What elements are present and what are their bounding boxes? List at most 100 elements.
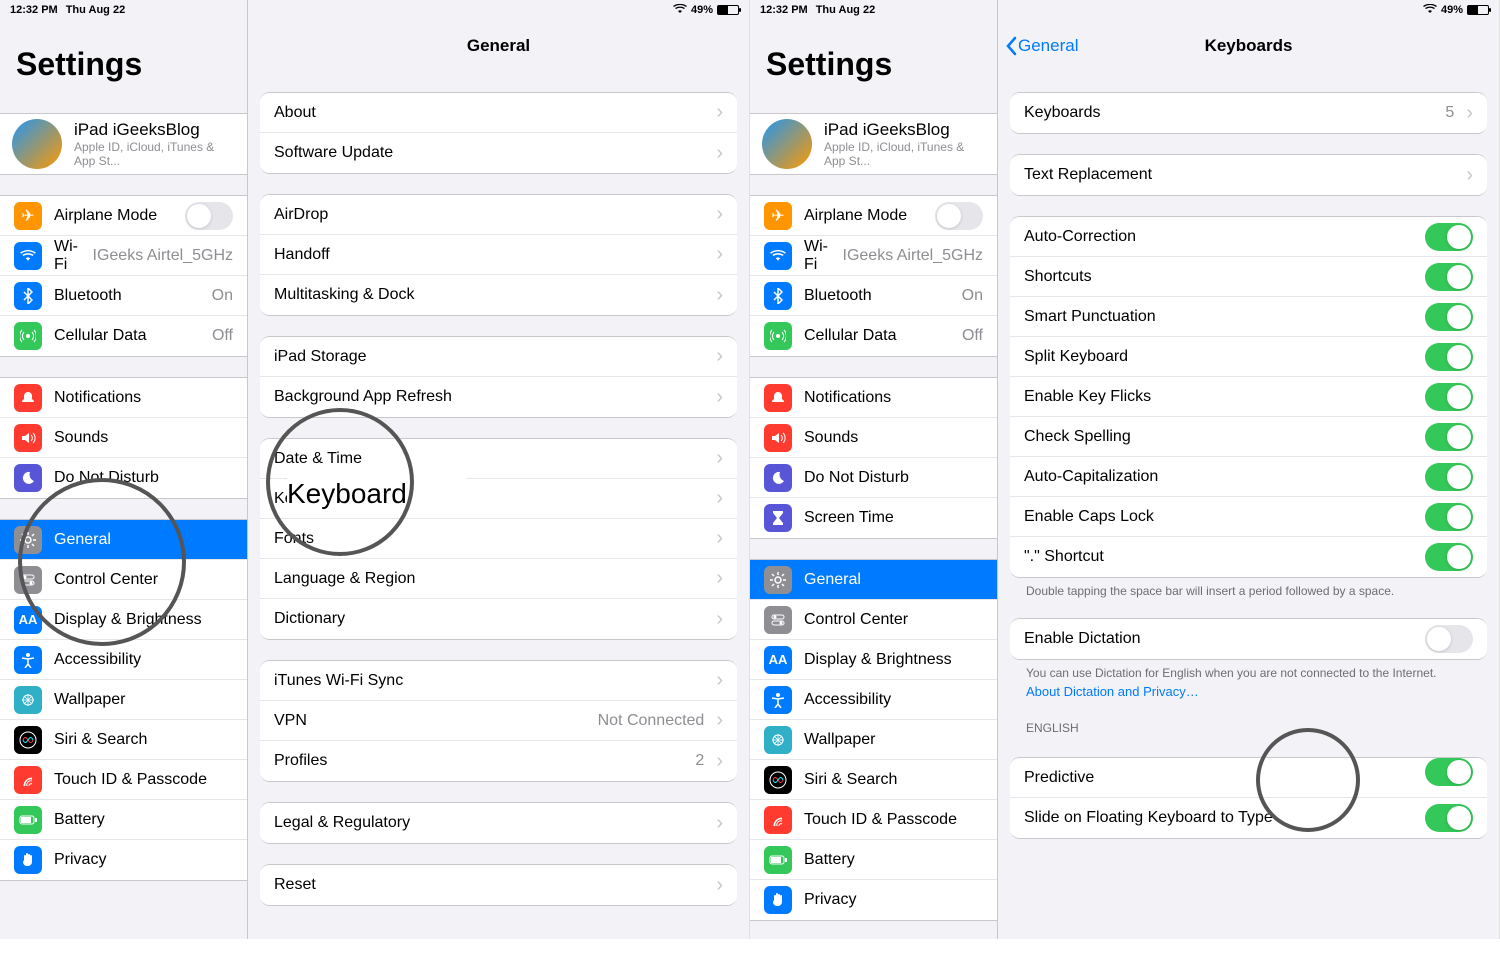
sidebar-item-accessibility[interactable]: Accessibility — [0, 640, 247, 680]
row-label: Control Center — [54, 571, 233, 589]
avatar — [762, 119, 812, 169]
switch[interactable] — [185, 202, 233, 230]
sidebar-item-battery[interactable]: Battery — [0, 800, 247, 840]
row-label: Do Not Disturb — [804, 469, 983, 487]
row-profiles[interactable]: Profiles 2 › — [260, 741, 737, 781]
switch[interactable] — [1425, 543, 1473, 571]
row-ipad-storage[interactable]: iPad Storage › — [260, 337, 737, 377]
row-software-update[interactable]: Software Update › — [260, 133, 737, 173]
row-keyboards[interactable]: Keyboards 5 › — [1010, 93, 1487, 133]
row-enable-key-flicks[interactable]: Enable Key Flicks — [1010, 377, 1487, 417]
row-legal-regulatory[interactable]: Legal & Regulatory › — [260, 803, 737, 843]
sidebar-item-notifications[interactable]: Notifications — [750, 378, 997, 418]
row-smart-punctuation[interactable]: Smart Punctuation — [1010, 297, 1487, 337]
row-vpn[interactable]: VPN Not Connected › — [260, 701, 737, 741]
chevron-right-icon: › — [716, 527, 723, 550]
settings-sidebar: 12:32 PMThu Aug 22 Settings iPad iGeeksB… — [750, 0, 998, 939]
sidebar-item-cellular-data[interactable]: Cellular DataOff — [750, 316, 997, 356]
sidebar-item-privacy[interactable]: Privacy — [0, 840, 247, 880]
row-label: Profiles — [274, 752, 683, 770]
row-enable-caps-lock[interactable]: Enable Caps Lock — [1010, 497, 1487, 537]
moon-icon — [764, 464, 792, 492]
sidebar-item-privacy[interactable]: Privacy — [750, 880, 997, 920]
siri-icon — [14, 726, 42, 754]
sidebar-item-display-brightness[interactable]: AA Display & Brightness — [0, 600, 247, 640]
sidebar-item-airplane-mode[interactable]: ✈ Airplane Mode — [0, 196, 247, 236]
row-background-app-refresh[interactable]: Background App Refresh › — [260, 377, 737, 417]
sidebar-item-siri-search[interactable]: Siri & Search — [0, 720, 247, 760]
wifi-icon — [1423, 4, 1437, 17]
status-date: Thu Aug 22 — [66, 4, 125, 16]
row-text-replacement[interactable]: Text Replacement › — [1010, 155, 1487, 195]
switch[interactable] — [1425, 625, 1473, 653]
sidebar-item-screen-time[interactable]: Screen Time — [750, 498, 997, 538]
row-auto-capitalization[interactable]: Auto-Capitalization — [1010, 457, 1487, 497]
row-language-region[interactable]: Language & Region › — [260, 559, 737, 599]
battery-icon — [1467, 5, 1489, 15]
switch[interactable] — [1425, 223, 1473, 251]
sidebar-item-cellular-data[interactable]: Cellular DataOff — [0, 316, 247, 356]
row-enable-dictation[interactable]: Enable Dictation — [1010, 619, 1487, 659]
row--shortcut[interactable]: "." Shortcut — [1010, 537, 1487, 577]
row-fonts[interactable]: Fonts › — [260, 519, 737, 559]
sidebar-item-display-brightness[interactable]: AA Display & Brightness — [750, 640, 997, 680]
row-split-keyboard[interactable]: Split Keyboard — [1010, 337, 1487, 377]
sidebar-item-notifications[interactable]: Notifications — [0, 378, 247, 418]
sidebar-item-bluetooth[interactable]: BluetoothOn — [750, 276, 997, 316]
sidebar-item-general[interactable]: General — [0, 520, 247, 560]
sidebar-item-bluetooth[interactable]: BluetoothOn — [0, 276, 247, 316]
row-auto-correction[interactable]: Auto-Correction — [1010, 217, 1487, 257]
apple-id-row[interactable]: iPad iGeeksBlog Apple ID, iCloud, iTunes… — [0, 114, 247, 174]
sidebar-item-do-not-disturb[interactable]: Do Not Disturb — [750, 458, 997, 498]
sidebar-item-sounds[interactable]: Sounds — [0, 418, 247, 458]
chevron-left-icon — [1004, 36, 1018, 56]
sidebar-item-sounds[interactable]: Sounds — [750, 418, 997, 458]
sidebar-item-touch-id-passcode[interactable]: Touch ID & Passcode — [750, 800, 997, 840]
sidebar-item-control-center[interactable]: Control Center — [0, 560, 247, 600]
back-button[interactable]: General — [1004, 36, 1078, 56]
sidebar-item-airplane-mode[interactable]: ✈ Airplane Mode — [750, 196, 997, 236]
switch[interactable] — [1425, 804, 1473, 832]
switch[interactable] — [1425, 383, 1473, 411]
sidebar-item-wallpaper[interactable]: Wallpaper — [750, 720, 997, 760]
row-check-spelling[interactable]: Check Spelling — [1010, 417, 1487, 457]
switch[interactable] — [1425, 303, 1473, 331]
sidebar-item-wi-fi[interactable]: Wi-FiIGeeks Airtel_5GHz — [750, 236, 997, 276]
row-shortcuts[interactable]: Shortcuts — [1010, 257, 1487, 297]
sidebar-item-do-not-disturb[interactable]: Do Not Disturb — [0, 458, 247, 498]
sidebar-item-general[interactable]: General — [750, 560, 997, 600]
row-handoff[interactable]: Handoff › — [260, 235, 737, 275]
sidebar-item-siri-search[interactable]: Siri & Search — [750, 760, 997, 800]
row-label: Enable Caps Lock — [1024, 508, 1413, 526]
sidebar-item-wallpaper[interactable]: Wallpaper — [0, 680, 247, 720]
sidebar-item-control-center[interactable]: Control Center — [750, 600, 997, 640]
switch[interactable] — [1425, 758, 1473, 786]
row-airdrop[interactable]: AirDrop › — [260, 195, 737, 235]
switch[interactable] — [1425, 263, 1473, 291]
row-value: Off — [962, 327, 983, 345]
switch[interactable] — [1425, 343, 1473, 371]
switch[interactable] — [1425, 463, 1473, 491]
chevron-right-icon: › — [716, 709, 723, 732]
row-multitasking-dock[interactable]: Multitasking & Dock › — [260, 275, 737, 315]
chevron-right-icon: › — [1466, 164, 1473, 187]
status-time: 12:32 PM — [760, 4, 808, 16]
row-predictive[interactable]: Predictive — [1010, 758, 1487, 798]
apple-id-row[interactable]: iPad iGeeksBlog Apple ID, iCloud, iTunes… — [750, 114, 997, 174]
sidebar-item-accessibility[interactable]: Accessibility — [750, 680, 997, 720]
row-slide-on-floating-keyboard-to-type[interactable]: Slide on Floating Keyboard to Type — [1010, 798, 1487, 838]
switch[interactable] — [1425, 503, 1473, 531]
switch[interactable] — [935, 202, 983, 230]
sidebar-item-touch-id-passcode[interactable]: Touch ID & Passcode — [0, 760, 247, 800]
row-itunes-wi-fi-sync[interactable]: iTunes Wi-Fi Sync › — [260, 661, 737, 701]
dictation-privacy-link[interactable]: About Dictation and Privacy… — [998, 680, 1499, 703]
row-label: Airplane Mode — [804, 207, 923, 225]
row-label: Predictive — [1024, 769, 1413, 787]
row-date-time[interactable]: Date & Time › — [260, 439, 737, 479]
row-dictionary[interactable]: Dictionary › — [260, 599, 737, 639]
row-reset[interactable]: Reset › — [260, 865, 737, 905]
row-about[interactable]: About › — [260, 93, 737, 133]
sidebar-item-battery[interactable]: Battery — [750, 840, 997, 880]
sidebar-item-wi-fi[interactable]: Wi-FiIGeeks Airtel_5GHz — [0, 236, 247, 276]
switch[interactable] — [1425, 423, 1473, 451]
